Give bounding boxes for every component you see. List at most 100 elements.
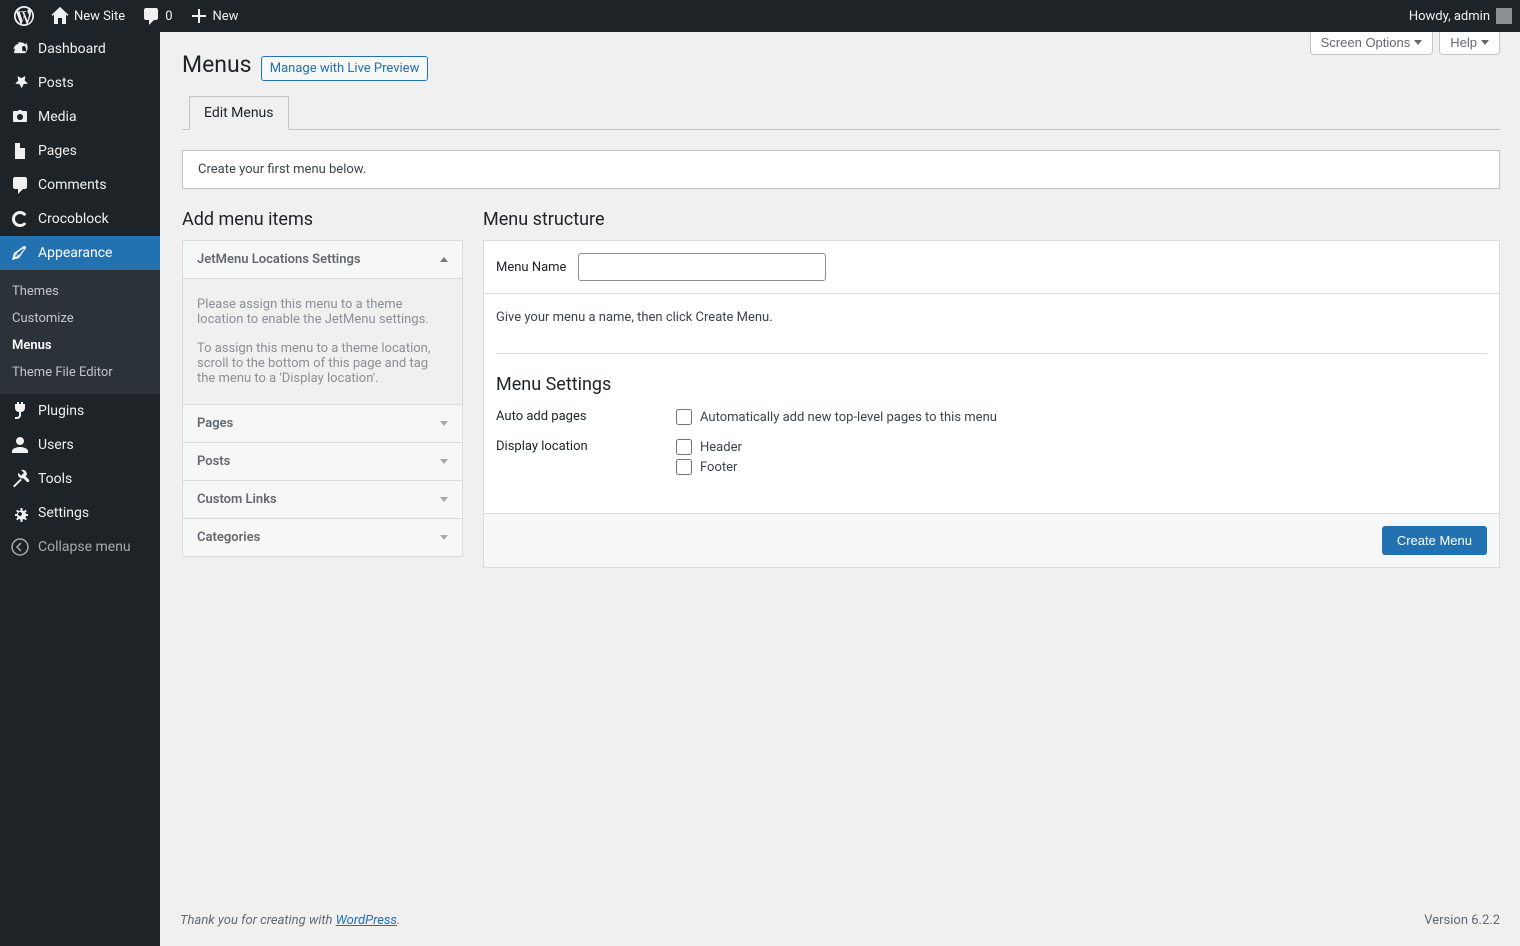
accordion-jetmenu-header[interactable]: JetMenu Locations Settings xyxy=(183,241,462,279)
comment-icon xyxy=(141,6,161,26)
chevron-up-icon xyxy=(440,257,448,262)
auto-add-option[interactable]: Automatically add new top-level pages to… xyxy=(676,409,1487,425)
location-header-checkbox[interactable] xyxy=(676,439,692,455)
avatar xyxy=(1496,8,1512,24)
create-menu-button[interactable]: Create Menu xyxy=(1382,526,1487,555)
sidebar-item-dashboard[interactable]: Dashboard xyxy=(0,32,160,66)
sidebar-item-media[interactable]: Media xyxy=(0,100,160,134)
accordion-posts-header[interactable]: Posts xyxy=(183,443,462,481)
new-label: New xyxy=(213,9,239,24)
collapse-icon xyxy=(10,537,30,557)
location-footer-option[interactable]: Footer xyxy=(676,459,1487,475)
chevron-down-icon xyxy=(440,459,448,464)
chevron-down-icon xyxy=(1414,40,1422,45)
accordion: JetMenu Locations Settings Please assign… xyxy=(182,240,463,557)
add-menu-items-heading: Add menu items xyxy=(182,209,463,230)
sidebar-item-appearance[interactable]: Appearance xyxy=(0,236,160,270)
page-title: Menus xyxy=(182,42,252,82)
sidebar-item-label: Plugins xyxy=(38,403,84,419)
appearance-icon xyxy=(10,243,30,263)
sidebar-item-posts[interactable]: Posts xyxy=(0,66,160,100)
submenu-themes[interactable]: Themes xyxy=(0,278,160,305)
accordion-categories-header[interactable]: Categories xyxy=(183,519,462,556)
footer: Thank you for creating with WordPress. V… xyxy=(160,895,1520,946)
users-icon xyxy=(10,435,30,455)
dashboard-icon xyxy=(10,39,30,59)
sidebar-item-tools[interactable]: Tools xyxy=(0,462,160,496)
wp-logo-menu[interactable] xyxy=(6,0,42,32)
sidebar-item-label: Pages xyxy=(38,143,77,159)
sidebar-item-comments[interactable]: Comments xyxy=(0,168,160,202)
settings-auto-add: Auto add pages Automatically add new top… xyxy=(496,409,1487,429)
screen-meta: Screen Options Help xyxy=(1310,32,1500,55)
comments-count: 0 xyxy=(165,9,172,24)
menu-hint: Give your menu a name, then click Create… xyxy=(496,310,1487,325)
location-footer-checkbox[interactable] xyxy=(676,459,692,475)
sidebar-item-users[interactable]: Users xyxy=(0,428,160,462)
settings-icon xyxy=(10,503,30,523)
submenu-menus[interactable]: Menus xyxy=(0,332,160,359)
new-content-link[interactable]: New xyxy=(181,0,247,32)
notice-text: Create your first menu below. xyxy=(198,162,366,177)
comments-icon xyxy=(10,175,30,195)
pages-icon xyxy=(10,141,30,161)
accordion-custom-links-header[interactable]: Custom Links xyxy=(183,481,462,519)
sidebar-item-label: Tools xyxy=(38,471,72,487)
tab-edit-menus[interactable]: Edit Menus xyxy=(189,96,289,130)
footer-version: Version 6.2.2 xyxy=(1424,913,1500,928)
site-name-link[interactable]: New Site xyxy=(42,0,133,32)
wordpress-link[interactable]: WordPress xyxy=(336,913,397,928)
accordion-jetmenu-body: Please assign this menu to a theme locat… xyxy=(183,279,462,405)
chevron-down-icon xyxy=(440,535,448,540)
account-link[interactable]: Howdy, admin xyxy=(1401,0,1520,32)
chevron-down-icon xyxy=(440,421,448,426)
nav-tabs: Edit Menus xyxy=(182,82,1500,130)
sidebar-item-pages[interactable]: Pages xyxy=(0,134,160,168)
sidebar-item-collapse[interactable]: Collapse menu xyxy=(0,530,160,564)
pin-icon xyxy=(10,73,30,93)
sidebar-item-plugins[interactable]: Plugins xyxy=(0,394,160,428)
sidebar-item-crocoblock[interactable]: Crocoblock xyxy=(0,202,160,236)
location-header-option[interactable]: Header xyxy=(676,439,1487,455)
chevron-down-icon xyxy=(1481,40,1489,45)
sidebar-item-label: Collapse menu xyxy=(38,539,131,555)
sidebar-item-label: Posts xyxy=(38,75,74,91)
submenu-customize[interactable]: Customize xyxy=(0,305,160,332)
live-preview-button[interactable]: Manage with Live Preview xyxy=(261,56,429,81)
howdy-label: Howdy, admin xyxy=(1409,9,1490,24)
croco-icon xyxy=(10,209,30,229)
menu-settings-heading: Menu Settings xyxy=(496,353,1487,395)
submenu-theme-file-editor[interactable]: Theme File Editor xyxy=(0,359,160,386)
wordpress-icon xyxy=(14,6,34,26)
menu-edit-footer: Create Menu xyxy=(484,513,1499,567)
sidebar-item-label: Comments xyxy=(38,177,107,193)
help-button[interactable]: Help xyxy=(1439,32,1500,55)
screen-options-button[interactable]: Screen Options xyxy=(1310,32,1434,55)
footer-thanks: Thank you for creating with WordPress. xyxy=(180,913,400,928)
appearance-submenu: Themes Customize Menus Theme File Editor xyxy=(0,270,160,394)
menu-structure-heading: Menu structure xyxy=(483,209,1500,230)
site-name: New Site xyxy=(74,9,125,24)
home-icon xyxy=(50,6,70,26)
accordion-pages-header[interactable]: Pages xyxy=(183,405,462,443)
menu-structure-column: Menu structure Menu Name Give your menu … xyxy=(483,209,1500,568)
menu-edit-header: Menu Name xyxy=(484,241,1499,294)
auto-add-checkbox[interactable] xyxy=(676,409,692,425)
media-icon xyxy=(10,107,30,127)
sidebar-item-label: Users xyxy=(38,437,74,453)
notice-info: Create your first menu below. xyxy=(182,150,1500,189)
page-wrap: Menus Manage with Live Preview Edit Menu… xyxy=(182,42,1500,568)
plugins-icon xyxy=(10,401,30,421)
menu-edit-body: Give your menu a name, then click Create… xyxy=(484,294,1499,513)
content-area: Screen Options Help Menus Manage with Li… xyxy=(160,32,1520,946)
sidebar-item-label: Appearance xyxy=(38,245,112,261)
sidebar-item-label: Settings xyxy=(38,505,89,521)
comments-link[interactable]: 0 xyxy=(133,0,180,32)
add-menu-items-column: Add menu items JetMenu Locations Setting… xyxy=(182,209,463,568)
menu-edit-frame: Menu Name Give your menu a name, then cl… xyxy=(483,240,1500,568)
chevron-down-icon xyxy=(440,497,448,502)
sidebar-item-label: Crocoblock xyxy=(38,211,109,227)
sidebar-item-settings[interactable]: Settings xyxy=(0,496,160,530)
settings-display-location: Display location Header Footer xyxy=(496,439,1487,479)
menu-name-input[interactable] xyxy=(578,253,826,281)
